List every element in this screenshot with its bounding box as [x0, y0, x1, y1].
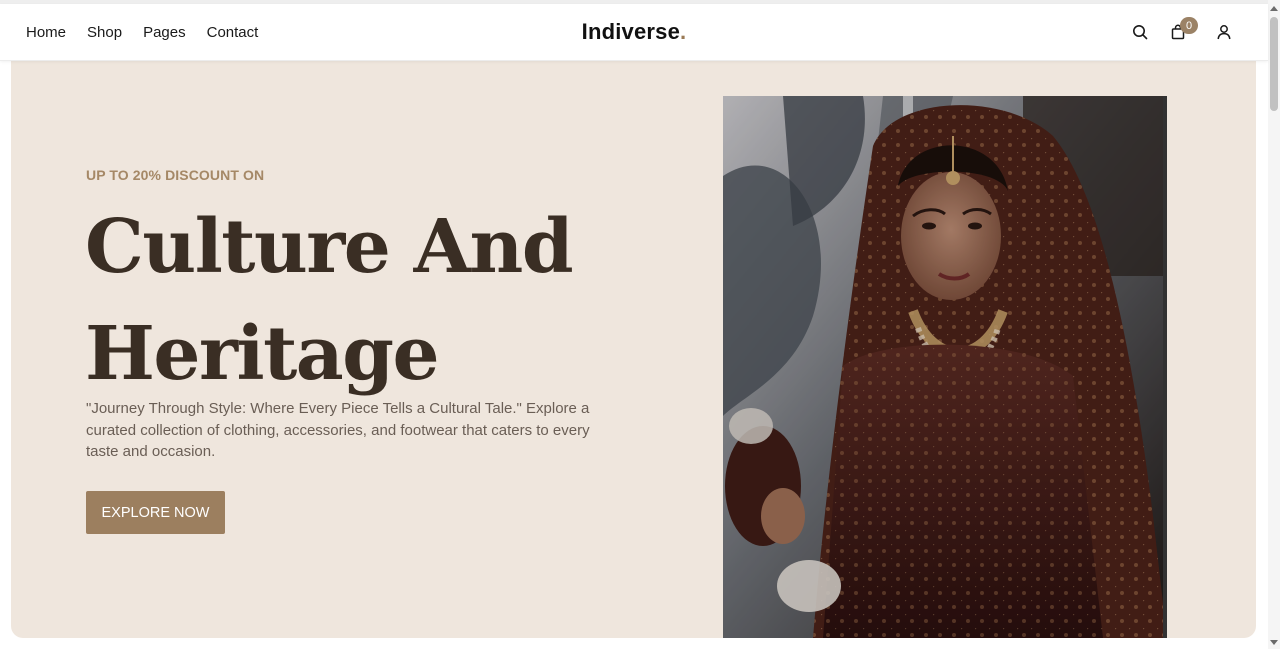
scroll-down-arrow-icon[interactable] [1270, 640, 1278, 645]
headline-line-2: Heritage [85, 311, 440, 397]
scroll-up-arrow-icon[interactable] [1270, 6, 1278, 11]
user-icon [1217, 25, 1231, 40]
nav-shop-link[interactable]: Shop [87, 24, 122, 41]
hero-headline: Culture And Heritage [85, 194, 574, 408]
brand-dot: . [680, 19, 687, 44]
discount-eyebrow: UP TO 20% DISCOUNT ON [86, 167, 265, 183]
hero-section: UP TO 20% DISCOUNT ON Culture And Herita… [11, 56, 1256, 638]
search-icon [1133, 25, 1148, 40]
header-actions: 0 [1122, 4, 1242, 60]
explore-now-button[interactable]: EXPLORE NOW [86, 491, 225, 534]
cart-button[interactable]: 0 [1160, 14, 1198, 50]
cart-count-badge: 0 [1180, 17, 1198, 34]
hero-image [723, 96, 1167, 638]
search-button[interactable] [1122, 14, 1158, 50]
brand-name: Indiverse [581, 19, 681, 44]
hero-description: "Journey Through Style: Where Every Piec… [86, 400, 590, 460]
nav-pages-link[interactable]: Pages [143, 24, 186, 41]
main-nav: Home Shop Pages Contact [26, 4, 258, 60]
site-header: Home Shop Pages Contact Indiverse. 0 [0, 4, 1268, 61]
nav-home-link[interactable]: Home [26, 24, 66, 41]
headline-line-1: Culture And [85, 204, 574, 290]
nav-contact-link[interactable]: Contact [207, 24, 259, 41]
account-button[interactable] [1206, 14, 1242, 50]
scrollbar-thumb[interactable] [1270, 17, 1278, 111]
page-scrollbar[interactable] [1268, 0, 1280, 649]
